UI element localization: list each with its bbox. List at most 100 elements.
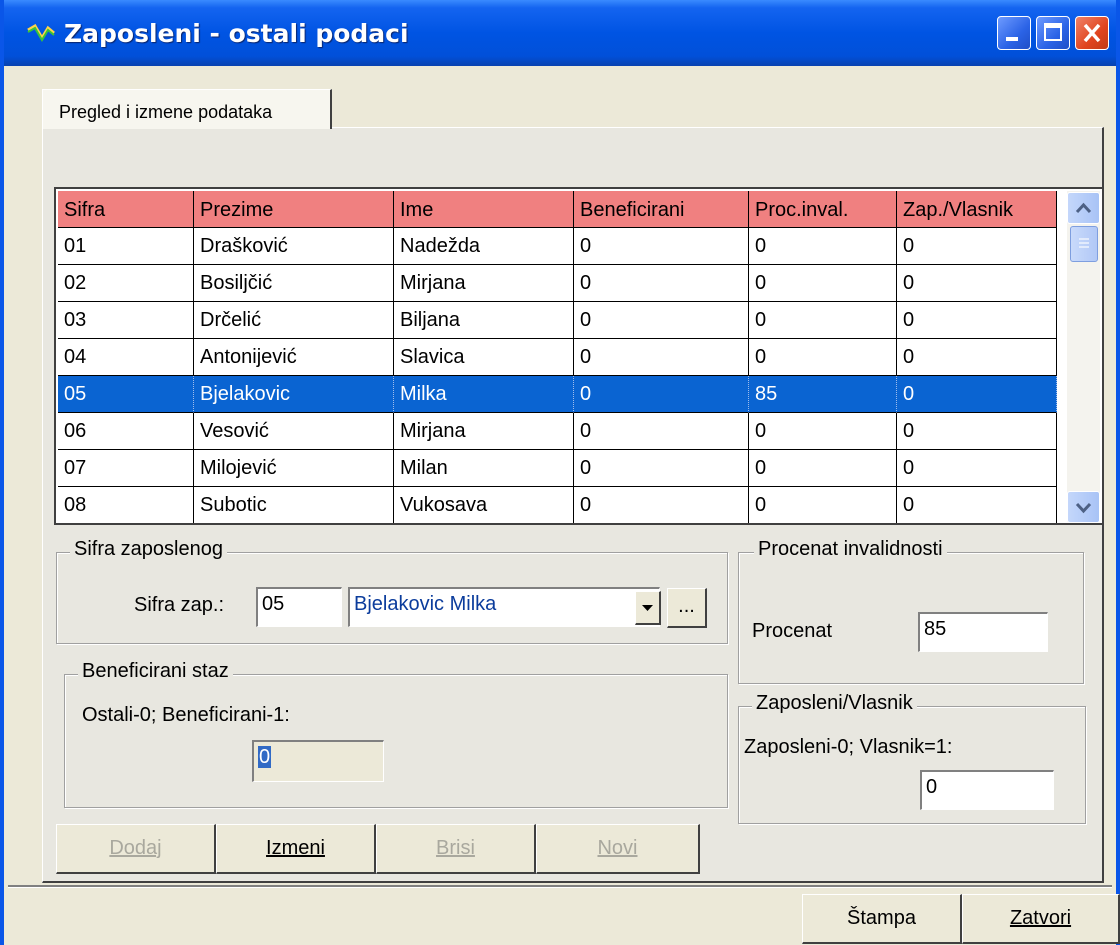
table-row[interactable]: 02 Bosiljčić Mirjana 0 0 0 [58, 265, 1057, 302]
cell-proc-inval[interactable]: 0 [749, 228, 897, 265]
maximize-icon [1044, 23, 1062, 41]
cell-ime[interactable]: Vukosava [394, 487, 574, 523]
minimize-icon [1006, 37, 1018, 41]
scroll-thumb[interactable] [1070, 226, 1098, 262]
column-header-prezime[interactable]: Prezime [194, 191, 394, 228]
app-icon [27, 24, 55, 42]
cell-zap-vlasnik[interactable]: 0 [897, 339, 1057, 376]
maximize-button[interactable] [1036, 16, 1070, 50]
scroll-down-button[interactable] [1067, 491, 1100, 523]
beneficirani-value: 0 [258, 746, 272, 768]
table-row[interactable]: 05 Bjelakovic Milka 0 85 0 [58, 376, 1057, 413]
cell-ime[interactable]: Nadežda [394, 228, 574, 265]
cell-ime[interactable]: Milan [394, 450, 574, 487]
cell-proc-inval[interactable]: 0 [749, 265, 897, 302]
izmeni-label: Izmeni [266, 837, 325, 859]
zatvori-button[interactable]: Zatvori [962, 894, 1120, 944]
cell-sifra[interactable]: 07 [58, 450, 194, 487]
tab-pregled[interactable]: Pregled i izmene podataka [42, 89, 332, 129]
procenat-group-legend: Procenat invalidnosti [754, 538, 947, 561]
vlasnik-input[interactable]: 0 [920, 770, 1054, 810]
column-header-proc-inval[interactable]: Proc.inval. [749, 191, 897, 228]
cell-zap-vlasnik[interactable]: 0 [897, 265, 1057, 302]
table-row[interactable]: 07 Milojević Milan 0 0 0 [58, 450, 1057, 487]
cell-proc-inval[interactable]: 0 [749, 487, 897, 523]
cell-proc-inval[interactable]: 0 [749, 339, 897, 376]
title-bar[interactable]: Zaposleni - ostali podaci [4, 0, 1116, 66]
beneficirani-input[interactable]: 0 [252, 740, 384, 782]
cell-prezime[interactable]: Bjelakovic [194, 376, 394, 413]
cell-beneficirani[interactable]: 0 [574, 265, 749, 302]
cell-beneficirani[interactable]: 0 [574, 487, 749, 523]
cell-ime[interactable]: Mirjana [394, 265, 574, 302]
sifra-label: Sifra zap.: [134, 594, 225, 616]
employee-grid[interactable]: Sifra Prezime Ime Beneficirani Proc.inva… [54, 187, 1104, 525]
cell-zap-vlasnik[interactable]: 0 [897, 302, 1057, 339]
cell-proc-inval[interactable]: 0 [749, 450, 897, 487]
column-header-sifra[interactable]: Sifra [58, 191, 194, 228]
cell-zap-vlasnik[interactable]: 0 [897, 376, 1057, 413]
cell-beneficirani[interactable]: 0 [574, 450, 749, 487]
cell-beneficirani[interactable]: 0 [574, 228, 749, 265]
minimize-button[interactable] [997, 16, 1031, 50]
close-button[interactable] [1075, 16, 1109, 50]
cell-beneficirani[interactable]: 0 [574, 302, 749, 339]
cell-beneficirani[interactable]: 0 [574, 376, 749, 413]
table-row[interactable]: 06 Vesović Mirjana 0 0 0 [58, 413, 1057, 450]
table-row[interactable]: 08 Subotic Vukosava 0 0 0 [58, 487, 1057, 523]
column-header-beneficirani[interactable]: Beneficirani [574, 191, 749, 228]
cell-prezime[interactable]: Drčelić [194, 302, 394, 339]
cell-proc-inval[interactable]: 85 [749, 376, 897, 413]
stampa-button[interactable]: Štampa [802, 894, 962, 944]
sifra-group-legend: Sifra zaposlenog [70, 538, 227, 561]
zatvori-label: Zatvori [1009, 907, 1072, 929]
cell-prezime[interactable]: Antonijević [194, 339, 394, 376]
column-header-ime[interactable]: Ime [394, 191, 574, 228]
sifra-code-input[interactable]: 05 [256, 587, 342, 627]
cell-sifra[interactable]: 04 [58, 339, 194, 376]
cell-proc-inval[interactable]: 0 [749, 413, 897, 450]
novi-button[interactable]: Novi [536, 824, 700, 874]
table-row[interactable]: 04 Antonijević Slavica 0 0 0 [58, 339, 1057, 376]
table-row[interactable]: 01 Drašković Nadežda 0 0 0 [58, 228, 1057, 265]
cell-sifra[interactable]: 03 [58, 302, 194, 339]
combo-dropdown-button[interactable] [635, 591, 661, 625]
procenat-input[interactable]: 85 [918, 612, 1048, 652]
cell-sifra[interactable]: 05 [58, 376, 194, 413]
column-header-zap-vlasnik[interactable]: Zap./Vlasnik [897, 191, 1057, 228]
cell-sifra[interactable]: 01 [58, 228, 194, 265]
browse-button[interactable]: ... [667, 588, 707, 628]
cell-ime[interactable]: Slavica [394, 339, 574, 376]
cell-sifra[interactable]: 06 [58, 413, 194, 450]
cell-zap-vlasnik[interactable]: 0 [897, 413, 1057, 450]
beneficirani-group [64, 674, 728, 808]
cell-zap-vlasnik[interactable]: 0 [897, 228, 1057, 265]
brisi-button[interactable]: Brisi [376, 824, 536, 874]
grid-body: Sifra Prezime Ime Beneficirani Proc.inva… [58, 191, 1057, 523]
vlasnik-hint: Zaposleni-0; Vlasnik=1: [744, 736, 953, 758]
izmeni-button[interactable]: Izmeni [216, 824, 376, 874]
cell-prezime[interactable]: Milojević [194, 450, 394, 487]
cell-prezime[interactable]: Drašković [194, 228, 394, 265]
scroll-up-button[interactable] [1067, 192, 1100, 224]
vlasnik-group-legend: Zaposleni/Vlasnik [752, 692, 917, 715]
cell-proc-inval[interactable]: 0 [749, 302, 897, 339]
novi-label: Novi [597, 837, 638, 859]
cell-prezime[interactable]: Bosiljčić [194, 265, 394, 302]
cell-ime[interactable]: Biljana [394, 302, 574, 339]
cell-beneficirani[interactable]: 0 [574, 339, 749, 376]
cell-prezime[interactable]: Vesović [194, 413, 394, 450]
cell-ime[interactable]: Milka [394, 376, 574, 413]
chevron-down-icon [1075, 502, 1092, 514]
cell-ime[interactable]: Mirjana [394, 413, 574, 450]
cell-sifra[interactable]: 08 [58, 487, 194, 523]
cell-sifra[interactable]: 02 [58, 265, 194, 302]
grip-icon [1079, 238, 1089, 248]
cell-prezime[interactable]: Subotic [194, 487, 394, 523]
employee-combo[interactable]: Bjelakovic Milka [348, 587, 660, 627]
cell-beneficirani[interactable]: 0 [574, 413, 749, 450]
table-row[interactable]: 03 Drčelić Biljana 0 0 0 [58, 302, 1057, 339]
dodaj-button[interactable]: Dodaj [56, 824, 216, 874]
cell-zap-vlasnik[interactable]: 0 [897, 487, 1057, 523]
cell-zap-vlasnik[interactable]: 0 [897, 450, 1057, 487]
